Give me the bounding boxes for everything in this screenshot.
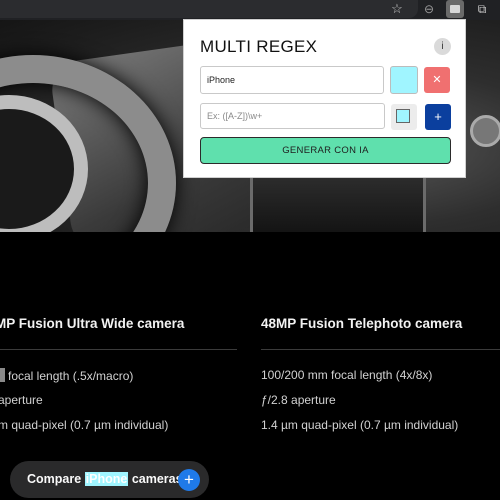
delete-rule-button[interactable]: ✕ <box>424 67 450 93</box>
left-spec-title: MP Fusion Ultra Wide camera <box>0 316 185 331</box>
new-rule-color-swatch <box>396 109 410 123</box>
right-spec-line: 100/200 mm focal length (4x/8x) <box>261 368 433 382</box>
bookmark-star-icon[interactable]: ☆ <box>388 0 406 18</box>
left-spec-line: focal length (.5x/macro) <box>0 368 133 383</box>
left-spec-line: m quad-pixel (0.7 µm individual) <box>0 418 169 432</box>
left-spec-line: aperture <box>0 393 43 407</box>
right-spec-line: ƒ/2.8 aperture <box>261 393 336 407</box>
multi-regex-popup: MULTI REGEX i ✕ + GENERAR CON IA <box>183 19 466 178</box>
circle-extension-icon[interactable]: ⊖ <box>420 1 438 17</box>
puzzle-extension-icon[interactable]: ⧉ <box>474 0 490 18</box>
address-bar[interactable] <box>0 0 418 18</box>
regex-highlight: iPhone <box>84 472 129 486</box>
popup-title: MULTI REGEX <box>200 37 318 56</box>
right-divider <box>261 349 500 350</box>
compare-prefix: Compare <box>27 472 82 486</box>
rule-color-swatch[interactable] <box>390 66 418 94</box>
browser-toolbar: ☆ ⊖ ⧉ <box>0 0 500 20</box>
new-regex-input[interactable] <box>200 103 385 129</box>
info-button[interactable]: i <box>434 38 451 55</box>
right-spec-line: 1.4 µm quad-pixel (0.7 µm individual) <box>261 418 459 432</box>
new-rule-color-picker[interactable] <box>391 104 417 130</box>
generate-with-ai-button[interactable]: GENERAR CON IA <box>200 137 451 164</box>
compare-suffix: cameras <box>131 472 183 486</box>
plus-icon[interactable]: + <box>178 469 200 491</box>
highlight-fragment <box>0 368 5 382</box>
left-divider <box>0 349 237 350</box>
hero-screw <box>470 115 500 147</box>
left-spec-text: focal length (.5x/macro) <box>8 369 134 383</box>
right-spec-title: 48MP Fusion Telephoto camera <box>261 316 463 331</box>
add-rule-button[interactable]: + <box>425 104 451 130</box>
compare-label: Compare iPhone cameras <box>27 472 183 486</box>
regex-rule-input[interactable] <box>200 66 384 94</box>
compare-cameras-button[interactable]: Compare iPhone cameras + <box>10 461 209 498</box>
regex-extension-icon[interactable] <box>446 0 464 18</box>
